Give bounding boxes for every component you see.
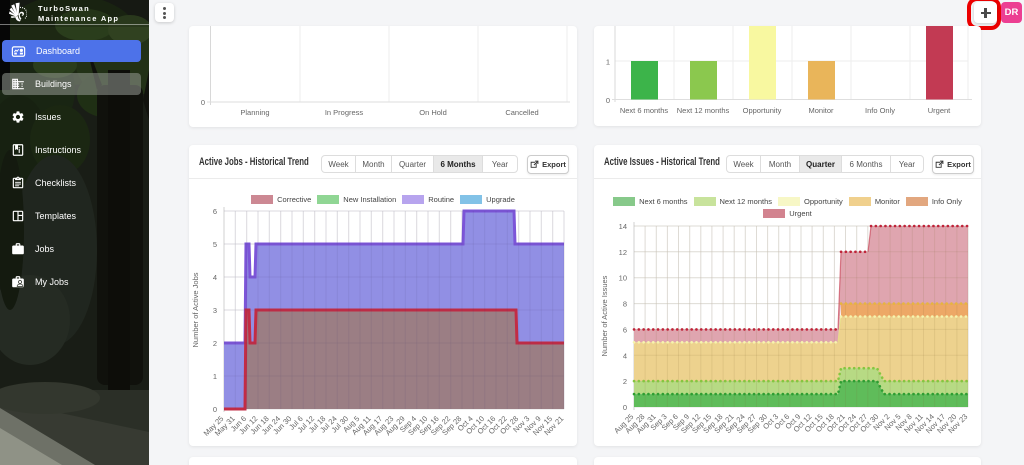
svg-text:Info Only: Info Only xyxy=(865,106,895,115)
svg-text:On Hold: On Hold xyxy=(419,108,447,117)
svg-text:14: 14 xyxy=(619,222,627,231)
svg-text:8: 8 xyxy=(623,300,627,309)
svg-text:0: 0 xyxy=(623,403,627,412)
svg-text:12: 12 xyxy=(619,248,627,257)
svg-text:10: 10 xyxy=(619,274,627,283)
svg-text:Next 6 months: Next 6 months xyxy=(620,106,669,115)
svg-text:2: 2 xyxy=(623,377,627,386)
svg-text:1: 1 xyxy=(213,372,217,381)
svg-text:0: 0 xyxy=(213,405,217,414)
svg-text:Number of Active Jobs: Number of Active Jobs xyxy=(191,272,200,347)
svg-text:Next 12 months: Next 12 months xyxy=(677,106,730,115)
svg-text:6: 6 xyxy=(623,325,627,334)
svg-text:3: 3 xyxy=(213,306,217,315)
svg-text:4: 4 xyxy=(213,273,217,282)
svg-text:Planning: Planning xyxy=(240,108,269,117)
svg-text:Cancelled: Cancelled xyxy=(505,108,538,117)
svg-text:4: 4 xyxy=(623,351,627,360)
svg-text:5: 5 xyxy=(213,240,217,249)
svg-text:In Progress: In Progress xyxy=(325,108,364,117)
svg-text:Opportunity: Opportunity xyxy=(743,106,782,115)
svg-text:6: 6 xyxy=(213,207,217,216)
svg-text:1: 1 xyxy=(606,58,610,67)
svg-text:2: 2 xyxy=(213,339,217,348)
svg-text:Monitor: Monitor xyxy=(808,106,834,115)
svg-text:Number of Active Issues: Number of Active Issues xyxy=(600,275,609,356)
svg-text:0: 0 xyxy=(606,96,610,105)
svg-text:Urgent: Urgent xyxy=(928,106,951,115)
svg-text:0: 0 xyxy=(201,98,205,107)
